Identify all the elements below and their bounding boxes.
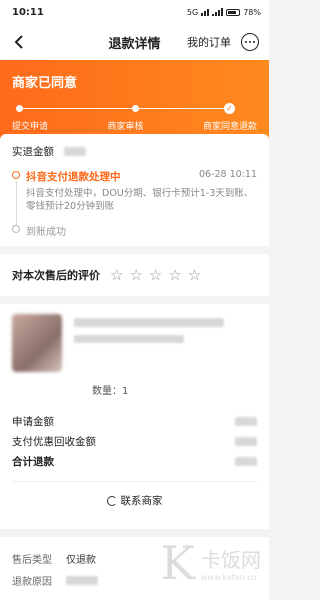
star-icon[interactable]: ☆ <box>149 266 162 284</box>
amount-value <box>235 436 257 446</box>
timeline-done: 到账成功 <box>26 227 66 238</box>
status-time: 10:11 <box>12 6 44 18</box>
progress-track: ✓ <box>12 103 257 115</box>
refund-timeline: 抖音支付退款处理中 06-28 10:11 抖音支付处理中，DOU分期、银行卡预… <box>12 169 257 238</box>
star-icon[interactable]: ☆ <box>110 266 123 284</box>
nav-bar: 退款详情 我的订单 <box>0 24 269 60</box>
product-image <box>12 314 62 372</box>
contact-label: 联系商家 <box>120 495 163 507</box>
more-button[interactable] <box>241 33 259 51</box>
watermark-name: 卡饭网 <box>201 548 261 572</box>
amount-row: 申请金额 <box>12 411 257 431</box>
status-banner: 商家已同意 ✓ 提交申请 商家审核 商家同意退款 <box>0 60 269 140</box>
product-title-blur <box>74 318 224 327</box>
step-dot <box>16 105 23 112</box>
wifi-icon <box>201 8 210 16</box>
refund-reason-value <box>66 575 98 585</box>
step-check-icon: ✓ <box>224 103 235 114</box>
amount-value <box>235 416 257 426</box>
refund-reason-label: 退款原因 <box>12 576 52 588</box>
product-qty: 数量：1 <box>92 386 129 397</box>
rating-label: 对本次售后的评价 <box>12 269 100 282</box>
phone-icon <box>106 495 117 506</box>
contact-seller-button[interactable]: 联系商家 <box>12 481 257 519</box>
battery-level: 78% <box>243 7 261 17</box>
star-icon[interactable]: ☆ <box>129 266 142 284</box>
progress-steps: 提交申请 商家审核 商家同意退款 <box>12 119 257 132</box>
star-icon[interactable]: ☆ <box>188 266 201 284</box>
product-card: 数量：1 申请金额 支付优惠回收金额 合计退款 联系商家 <box>0 304 269 529</box>
step-dot <box>131 105 139 112</box>
status-bar: 10:11 5G 78% <box>0 0 269 24</box>
step-label: 商家审核 <box>107 122 144 132</box>
step-label: 提交申请 <box>12 122 49 132</box>
amounts-list: 申请金额 支付优惠回收金额 合计退款 <box>12 411 257 471</box>
amount-row: 支付优惠回收金额 <box>12 431 257 451</box>
amount-row: 合计退款 <box>12 451 257 471</box>
timeline-title: 抖音支付退款处理中 <box>26 171 121 183</box>
network-label: 5G <box>186 7 199 17</box>
rating-card: 对本次售后的评价 ☆ ☆ ☆ ☆ ☆ <box>0 254 269 296</box>
refund-amount-label: 实退金额 <box>12 146 54 158</box>
watermark-url: www.kafan.cn <box>201 573 257 582</box>
timeline-dot-icon <box>12 225 20 233</box>
progress-line <box>20 108 229 109</box>
amount-label: 合计退款 <box>12 455 54 468</box>
watermark-logo: K 卡饭网 www.kafan.cn <box>161 540 261 586</box>
back-button[interactable] <box>10 33 28 51</box>
timeline-dot-icon <box>12 171 20 179</box>
product-spec-blur <box>74 335 184 343</box>
refund-status: 商家已同意 <box>12 76 78 91</box>
refund-amount-value <box>64 147 86 156</box>
watermark-k-icon: K <box>160 536 195 590</box>
product-info <box>74 314 257 372</box>
timeline-time: 06-28 10:11 <box>198 169 257 180</box>
product-row[interactable] <box>12 314 257 372</box>
refund-card: 实退金额 抖音支付退款处理中 06-28 10:11 抖音支付处理中，DOU分期… <box>0 134 269 246</box>
refund-amount-row: 实退金额 <box>12 144 257 159</box>
signal-icon <box>212 8 224 16</box>
timeline-item: 抖音支付退款处理中 06-28 10:11 抖音支付处理中，DOU分期、银行卡预… <box>12 169 257 213</box>
battery-icon <box>226 8 241 16</box>
amount-value <box>235 456 257 466</box>
star-icon[interactable]: ☆ <box>168 266 181 284</box>
status-icons: 5G 78% <box>187 8 261 17</box>
step-label: 商家同意退款 <box>202 122 257 132</box>
timeline-desc: 抖音支付处理中，DOU分期、银行卡预计1-3天到账、零钱预计20分钟到账 <box>26 188 254 212</box>
my-orders-link[interactable]: 我的订单 <box>187 34 231 50</box>
amount-label: 申请金额 <box>12 415 54 428</box>
back-arrow-icon <box>14 35 23 49</box>
after-sale-type-label: 售后类型 <box>12 554 52 566</box>
amount-label: 支付优惠回收金额 <box>12 435 96 448</box>
after-sale-type-value: 仅退款 <box>66 554 96 566</box>
timeline-item: 到账成功 <box>12 223 257 238</box>
